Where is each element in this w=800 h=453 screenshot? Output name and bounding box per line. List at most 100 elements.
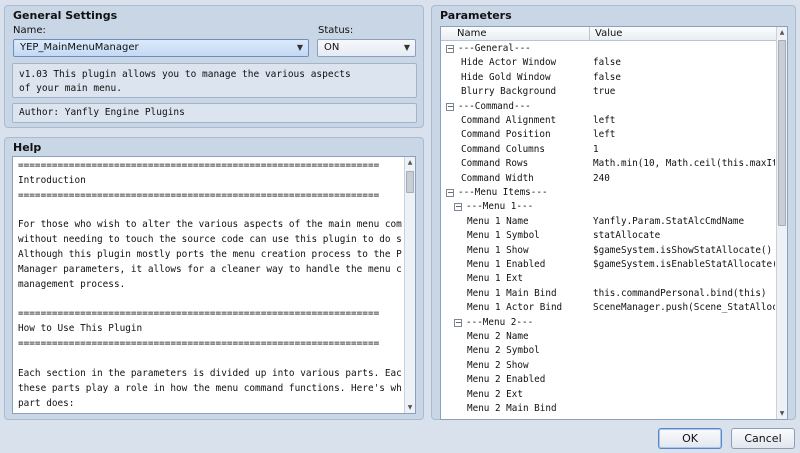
- parameter-row[interactable]: Command Rows Math.min(10, Math.ceil(this.…: [441, 157, 777, 171]
- parameter-row[interactable]: Blurry Background true: [441, 85, 777, 99]
- parameter-name: Command Alignment: [461, 115, 557, 126]
- parameter-name: Menu 1 Actor Bind: [467, 302, 563, 314]
- parameter-value[interactable]: $gameSystem.isEnableStatAllocate(): [593, 258, 775, 272]
- parameter-name: ---Menu Items---: [458, 187, 548, 198]
- parameter-value[interactable]: $gameSystem.isShowStatAllocate(): [593, 244, 775, 258]
- parameter-row[interactable]: Command Columns 1: [441, 143, 777, 157]
- plugin-name-select[interactable]: YEP_MainMenuManager ▼: [13, 39, 309, 57]
- parameter-name: Blurry Background: [461, 86, 557, 98]
- general-settings-title: General Settings: [13, 9, 118, 22]
- parameter-name: Hide Gold Window: [461, 71, 551, 83]
- parameter-row[interactable]: Menu 2 Show: [441, 359, 777, 373]
- chevron-down-icon: ▼: [403, 43, 410, 52]
- parameter-name: Menu 1 Show: [467, 244, 529, 256]
- parameter-row[interactable]: Menu 2 Ext: [441, 388, 777, 402]
- plugin-name-value: YEP_MainMenuManager: [20, 42, 139, 53]
- scroll-down-arrow-icon[interactable]: ▼: [777, 408, 787, 419]
- parameter-name: Hide Actor Window: [461, 57, 557, 69]
- parameters-scrollbar[interactable]: ▲ ▼: [776, 27, 787, 419]
- parameter-group-row[interactable]: − ---Menu Items---: [441, 186, 777, 200]
- parameter-row[interactable]: Command Position left: [441, 128, 777, 142]
- parameter-name: Menu 2 Name: [467, 331, 529, 342]
- collapse-toggle-icon[interactable]: −: [446, 45, 454, 53]
- parameter-row[interactable]: Command Width 240: [441, 172, 777, 186]
- collapse-toggle-icon[interactable]: −: [446, 102, 454, 111]
- chevron-down-icon: ▼: [296, 43, 303, 52]
- parameter-name: Menu 2 Ext: [467, 388, 523, 400]
- parameter-name: Menu 1 Ext: [467, 273, 523, 285]
- parameters-scrollbar-thumb[interactable]: [778, 40, 786, 226]
- parameter-value[interactable]: false: [593, 71, 775, 85]
- parameter-name: Menu 2 Show: [467, 359, 529, 371]
- parameter-value[interactable]: Yanfly.Param.StatAlcCmdName: [593, 215, 775, 229]
- parameter-name: Menu 1 Name: [467, 215, 529, 227]
- parameter-row[interactable]: Menu 2 Name: [441, 330, 777, 344]
- collapse-toggle-icon[interactable]: −: [446, 189, 454, 197]
- parameter-name: Menu 1 Symbol: [467, 230, 540, 242]
- scroll-down-arrow-icon[interactable]: ▼: [405, 402, 415, 413]
- cancel-button[interactable]: Cancel: [731, 428, 795, 449]
- parameter-row[interactable]: Menu 1 Symbol statAllocate: [441, 229, 777, 243]
- parameter-row[interactable]: Command Alignment left: [441, 114, 777, 128]
- parameter-row[interactable]: Menu 2 Main Bind: [441, 402, 777, 416]
- parameter-value[interactable]: SceneManager.push(Scene_StatAlloca…: [593, 301, 775, 315]
- parameter-value[interactable]: left: [593, 114, 775, 128]
- parameter-group-row[interactable]: − ---Command---: [441, 100, 777, 114]
- parameter-name: Menu 1 Main Bind: [467, 287, 557, 299]
- parameter-row[interactable]: Menu 2 Symbol: [441, 344, 777, 358]
- parameter-value[interactable]: true: [593, 85, 775, 99]
- parameter-name: Command Rows: [461, 158, 529, 170]
- parameter-group-row[interactable]: − ---Menu 2---: [441, 316, 777, 330]
- parameter-name: Menu 2 Enabled: [467, 374, 546, 386]
- parameter-value[interactable]: 1: [593, 143, 775, 157]
- parameter-row[interactable]: Menu 1 Show $gameSystem.isShowStatAllocat…: [441, 244, 777, 258]
- parameter-row[interactable]: Menu 2 Enabled: [441, 373, 777, 387]
- parameter-name: Menu 2 Symbol: [467, 345, 540, 357]
- status-label: Status:: [318, 25, 354, 36]
- parameter-row[interactable]: Hide Gold Window false: [441, 71, 777, 85]
- parameter-name: ---General---: [458, 43, 531, 54]
- parameter-name: Command Width: [461, 172, 534, 184]
- column-separator: [589, 27, 590, 41]
- help-scrollbar-thumb[interactable]: [406, 171, 414, 193]
- parameter-group-row[interactable]: − ---General---: [441, 42, 777, 56]
- parameter-value[interactable]: false: [593, 56, 775, 70]
- collapse-toggle-icon[interactable]: −: [454, 318, 462, 327]
- parameter-row[interactable]: Menu 1 Actor Bind SceneManager.push(Scene…: [441, 301, 777, 315]
- parameter-row[interactable]: Menu 1 Name Yanfly.Param.StatAlcCmdName: [441, 215, 777, 229]
- parameter-row[interactable]: Hide Actor Window false: [441, 56, 777, 70]
- parameter-group-row[interactable]: − ---Menu 1---: [441, 200, 777, 214]
- help-text-area[interactable]: ========================================…: [12, 156, 416, 414]
- parameter-value[interactable]: this.commandPersonal.bind(this): [593, 287, 775, 301]
- scroll-up-arrow-icon[interactable]: ▲: [405, 157, 415, 168]
- parameter-value[interactable]: left: [593, 128, 775, 142]
- parameter-row[interactable]: Menu 1 Main Bind this.commandPersonal.bin…: [441, 287, 777, 301]
- parameters-title: Parameters: [440, 9, 512, 22]
- parameter-name: Command Position: [461, 129, 551, 141]
- parameter-name: ---Menu 1---: [466, 201, 534, 213]
- ok-button[interactable]: OK: [658, 428, 722, 449]
- parameter-row[interactable]: Menu 1 Ext: [441, 272, 777, 286]
- parameter-name: Menu 1 Enabled: [467, 259, 546, 270]
- parameter-value[interactable]: 240: [593, 172, 775, 186]
- status-select[interactable]: ON ▼: [317, 39, 416, 57]
- column-header-name[interactable]: Name: [457, 28, 487, 39]
- help-scrollbar[interactable]: ▲ ▼: [404, 157, 415, 413]
- parameter-row[interactable]: Menu 1 Enabled $gameSystem.isEnableStatAl…: [441, 258, 777, 272]
- help-title: Help: [13, 141, 42, 154]
- name-label: Name:: [13, 25, 46, 36]
- parameters-grid[interactable]: Name Value − ---General--- Hide Actor Wind…: [440, 26, 788, 420]
- scroll-up-arrow-icon[interactable]: ▲: [777, 27, 787, 38]
- collapse-toggle-icon[interactable]: −: [454, 203, 462, 212]
- parameter-value[interactable]: Math.min(10, Math.ceil(this.maxIte…: [593, 157, 775, 171]
- parameter-name: Menu 2 Main Bind: [467, 403, 557, 414]
- column-header-value[interactable]: Value: [595, 28, 622, 39]
- plugin-description: v1.03 This plugin allows you to manage t…: [12, 63, 417, 98]
- status-value: ON: [324, 42, 340, 53]
- parameter-value[interactable]: statAllocate: [593, 229, 775, 243]
- plugin-author: Author: Yanfly Engine Plugins: [12, 103, 417, 123]
- parameters-grid-header: Name Value: [441, 27, 777, 41]
- help-text: ========================================…: [18, 160, 402, 409]
- parameter-name: Command Columns: [461, 143, 545, 155]
- parameter-name: ---Command---: [458, 100, 531, 112]
